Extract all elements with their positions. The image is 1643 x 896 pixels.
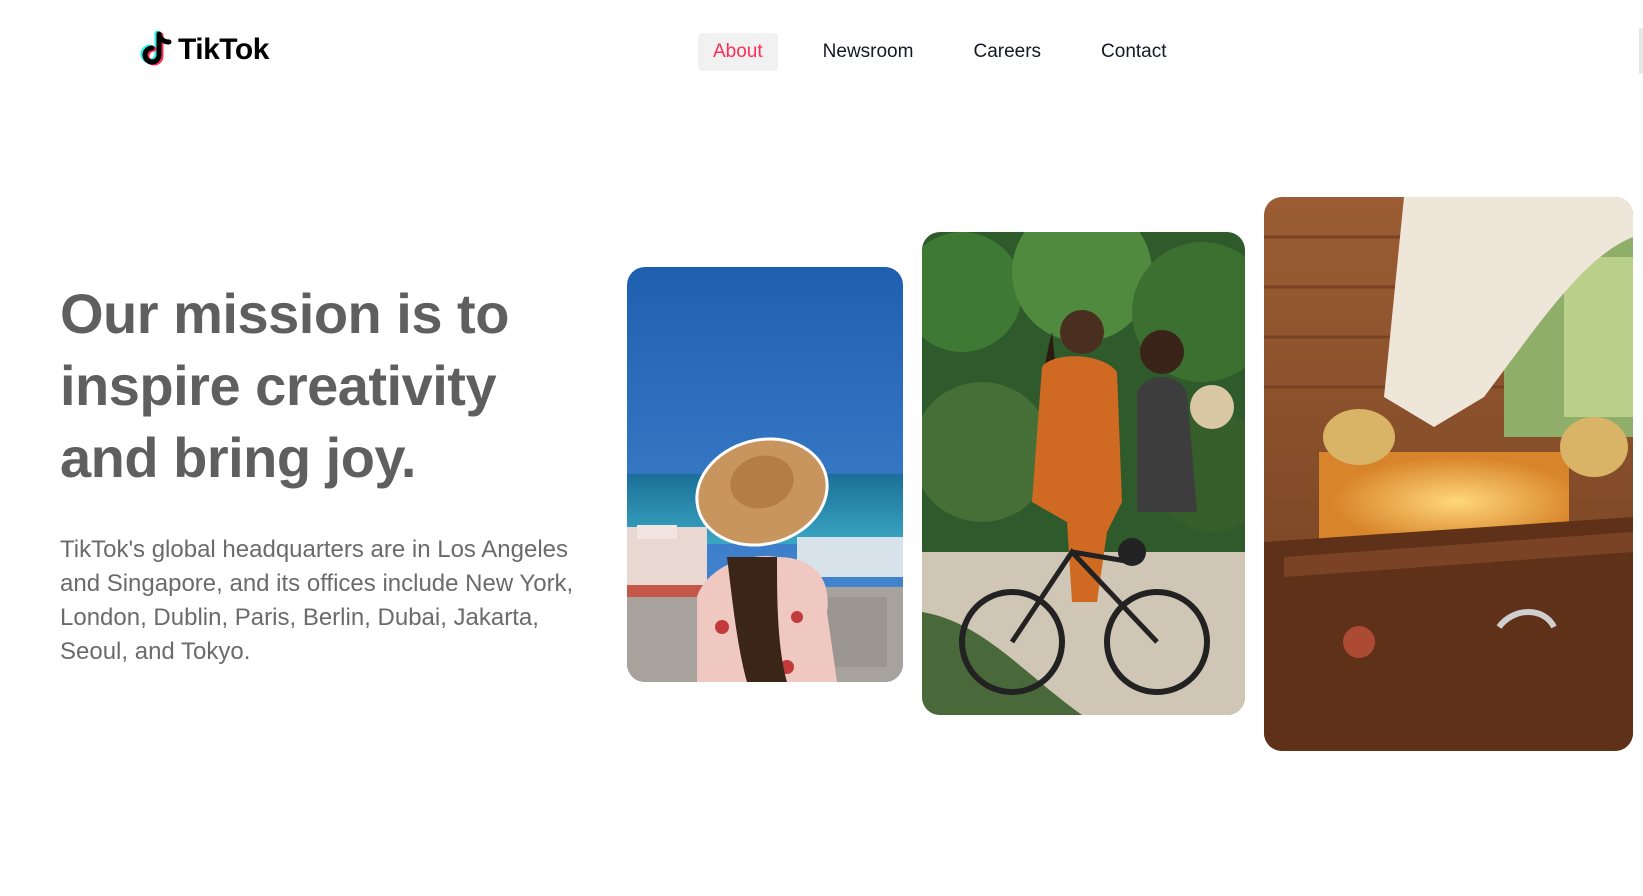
beekeeper-hive-photo (1264, 197, 1633, 751)
tiktok-note-icon (140, 30, 172, 66)
brand-name: TikTok (178, 33, 269, 66)
women-cycling-photo (922, 232, 1245, 715)
nav-item-contact[interactable]: Contact (1086, 33, 1181, 71)
nav-item-newsroom[interactable]: Newsroom (808, 33, 929, 71)
site-header: TikTok About Newsroom Careers Contact (0, 0, 1643, 100)
nav-item-about[interactable]: About (698, 33, 778, 71)
main-nav: About Newsroom Careers Contact (698, 33, 1212, 71)
mission-title: Our mission is to inspire creativity and… (60, 282, 509, 489)
woman-sun-hat-sea-photo (627, 267, 903, 682)
headquarters-text: TikTok's global headquarters are in Los … (60, 536, 574, 665)
scrollbar[interactable] (1639, 28, 1643, 74)
nav-item-careers[interactable]: Careers (958, 33, 1056, 71)
tiktok-logo[interactable]: TikTok (140, 28, 269, 72)
